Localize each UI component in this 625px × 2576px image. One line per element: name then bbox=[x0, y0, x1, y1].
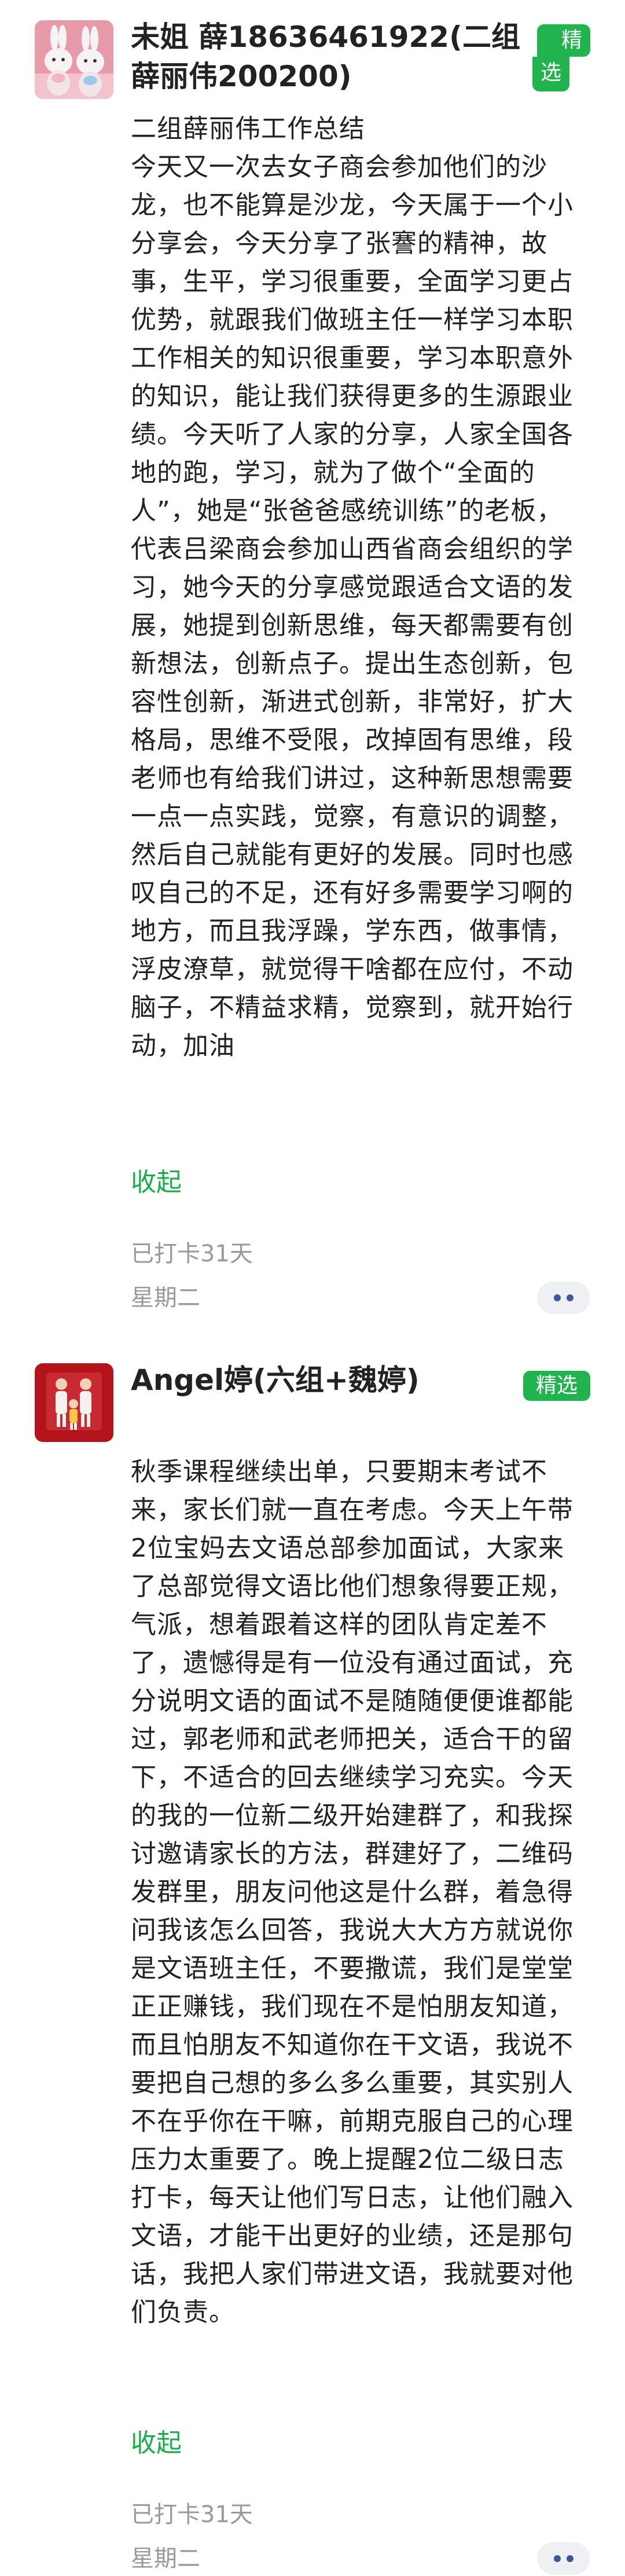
collapse-link[interactable]: 收起 bbox=[131, 1164, 182, 1202]
avatar[interactable] bbox=[35, 20, 113, 99]
more-dot-icon bbox=[567, 2555, 573, 2562]
checkin-count: 已打卡31天 bbox=[131, 1241, 253, 1267]
more-dot-icon bbox=[554, 2555, 561, 2562]
featured-badge: 精 选 bbox=[532, 24, 590, 96]
post-weekday: 星期二 bbox=[131, 2545, 200, 2572]
more-options-button[interactable] bbox=[537, 2542, 590, 2575]
featured-badge-text-1: 精 bbox=[561, 28, 582, 52]
avatar[interactable] bbox=[35, 1363, 113, 1442]
bunny-avatar-image bbox=[35, 20, 113, 99]
featured-badge: 精选 bbox=[523, 1371, 590, 1401]
more-dot-icon bbox=[554, 1294, 561, 1301]
family-avatar-image bbox=[35, 1363, 113, 1442]
featured-badge-text-2: 选 bbox=[540, 61, 561, 85]
checkin-count: 已打卡31天 bbox=[131, 2501, 253, 2528]
author-name[interactable]: 未姐 薛18636461922(二组薛丽伟200200) bbox=[131, 17, 524, 96]
author-name[interactable]: Angel婷(六组+魏婷) bbox=[131, 1360, 524, 1400]
more-options-button[interactable] bbox=[537, 1282, 590, 1314]
post-weekday: 星期二 bbox=[131, 1285, 200, 1311]
more-dot-icon bbox=[567, 1294, 573, 1301]
post-content: 秋季课程继续出单，只要期末考试不来，家长们就一直在考虑。今天上午带2位宝妈去文语… bbox=[131, 1457, 573, 2327]
post-content: 二组薛丽伟工作总结 今天又一次去女子商会参加他们的沙龙，也不能算是沙龙，今天属于… bbox=[131, 114, 573, 1061]
collapse-link[interactable]: 收起 bbox=[131, 2424, 182, 2463]
